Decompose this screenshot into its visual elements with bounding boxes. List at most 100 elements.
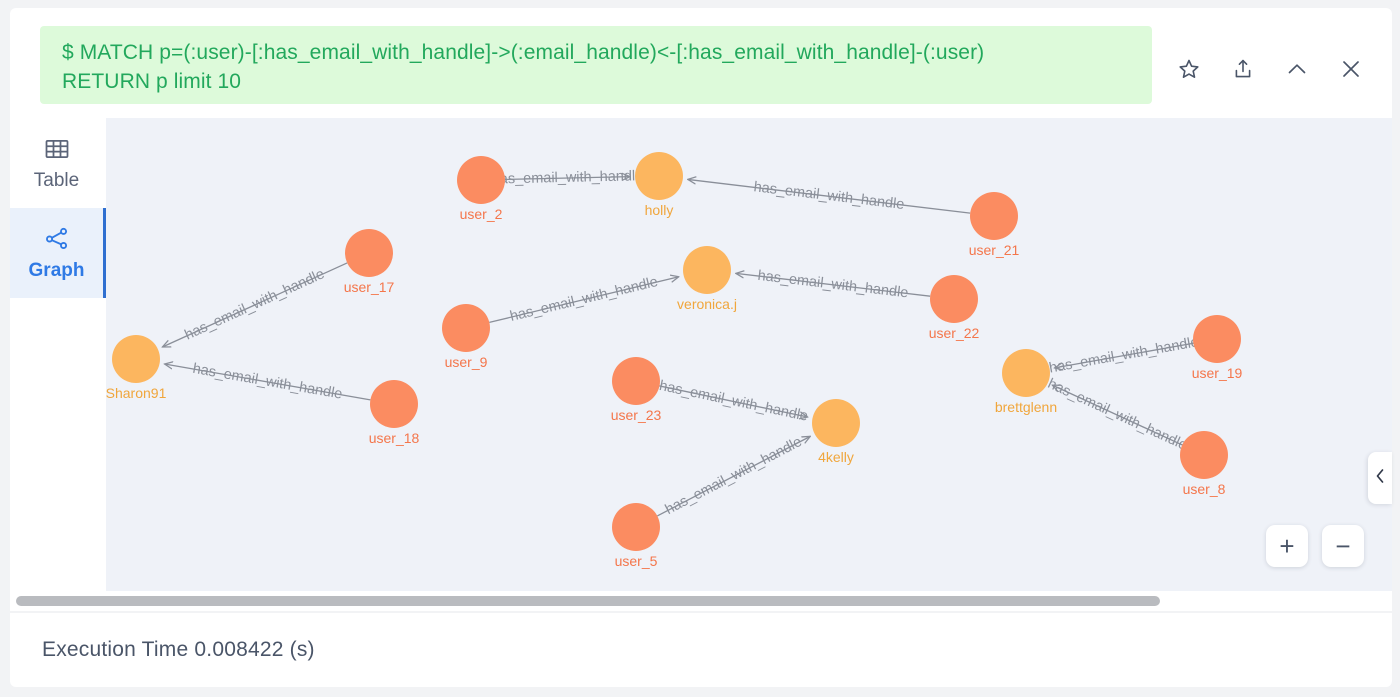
graph-node[interactable]: user_2 [457, 156, 505, 222]
edge-label: has_email_with_handle [1045, 376, 1189, 454]
node-circle[interactable] [112, 335, 160, 383]
graph-edge[interactable]: has_email_with_handle [688, 179, 971, 214]
node-label: user_22 [929, 325, 980, 341]
graph-node[interactable]: 4kelly [812, 399, 860, 465]
node-label: user_18 [369, 430, 420, 446]
query-line-1: $ MATCH p=(:user)-[:has_email_with_handl… [62, 41, 985, 64]
node-label: user_17 [344, 279, 395, 295]
graph-edge[interactable]: has_email_with_handle [658, 378, 810, 425]
chevron-left-icon [1373, 467, 1387, 490]
graph-node[interactable]: veronica.j [677, 246, 737, 312]
graph-node[interactable]: user_22 [929, 275, 980, 341]
edge-label: has_email_with_handle [753, 179, 905, 213]
table-icon [43, 135, 71, 163]
result-body: Table Graph has_email_with_handle has_ema… [10, 118, 1392, 591]
query-text-banner[interactable]: $ MATCH p=(:user)-[:has_email_with_handl… [40, 26, 1152, 104]
graph-node[interactable]: user_19 [1192, 315, 1243, 381]
graph-node[interactable]: user_5 [612, 503, 660, 569]
node-circle[interactable] [970, 192, 1018, 240]
node-circle[interactable] [442, 304, 490, 352]
close-button[interactable] [1336, 54, 1366, 84]
chevron-up-icon [1285, 57, 1309, 81]
node-label: 4kelly [818, 449, 854, 465]
horizontal-scrollbar[interactable] [10, 591, 1392, 611]
zoom-controls: + − [1266, 525, 1364, 567]
graph-node[interactable]: user_8 [1180, 431, 1228, 497]
node-label: user_5 [615, 553, 658, 569]
edge-label: has_email_with_handle [757, 268, 909, 302]
graph-node[interactable]: user_17 [344, 229, 395, 295]
node-circle[interactable] [635, 152, 683, 200]
graph-visualization[interactable]: has_email_with_handlehas_email_with_hand… [106, 118, 1392, 591]
favorite-button[interactable] [1174, 54, 1204, 84]
node-label: user_8 [1183, 481, 1226, 497]
export-button[interactable] [1228, 54, 1258, 84]
view-tab-list: Table Graph [10, 118, 106, 591]
upload-icon [1231, 57, 1255, 81]
query-result-panel: $ MATCH p=(:user)-[:has_email_with_handl… [0, 0, 1400, 697]
zoom-in-button[interactable]: + [1266, 525, 1308, 567]
node-circle[interactable] [612, 503, 660, 551]
graph-node[interactable]: holly [635, 152, 683, 218]
status-footer: Execution Time 0.008422 (s) [10, 613, 1392, 687]
edge-label: has_email_with_handle [508, 274, 659, 325]
graph-edge[interactable]: has_email_with_handle [1045, 376, 1189, 454]
query-action-bar [1174, 54, 1366, 84]
scrollbar-thumb[interactable] [16, 596, 1160, 606]
node-circle[interactable] [370, 380, 418, 428]
node-circle[interactable] [930, 275, 978, 323]
node-circle[interactable] [1180, 431, 1228, 479]
collapse-button[interactable] [1282, 54, 1312, 84]
graph-node[interactable]: user_23 [611, 357, 662, 423]
node-label: user_21 [969, 242, 1020, 258]
sidebar-item-graph[interactable]: Graph [10, 208, 106, 298]
graph-edge-layer: has_email_with_handlehas_email_with_hand… [162, 168, 1200, 518]
graph-edge[interactable]: has_email_with_handle [736, 268, 931, 302]
node-circle[interactable] [345, 229, 393, 277]
graph-edge[interactable]: has_email_with_handle [489, 274, 678, 325]
sidebar-item-table[interactable]: Table [10, 118, 106, 208]
graph-edge[interactable]: has_email_with_handle [492, 168, 644, 187]
side-panel-toggle[interactable] [1368, 452, 1392, 504]
graph-node[interactable]: user_9 [442, 304, 490, 370]
edge-label: has_email_with_handle [492, 168, 644, 187]
edge-label: has_email_with_handle [663, 434, 805, 518]
graph-node[interactable]: user_18 [369, 380, 420, 446]
graph-node[interactable]: brettglenn [995, 349, 1057, 415]
graph-icon [43, 225, 71, 253]
node-label: brettglenn [995, 399, 1057, 415]
graph-edge[interactable]: has_email_with_handle [1048, 334, 1200, 376]
node-circle[interactable] [1193, 315, 1241, 363]
node-label: user_23 [611, 407, 662, 423]
node-label: holly [645, 202, 674, 218]
sidebar-item-table-label: Table [33, 169, 80, 191]
node-circle[interactable] [812, 399, 860, 447]
node-circle[interactable] [457, 156, 505, 204]
node-circle[interactable] [1002, 349, 1050, 397]
node-circle[interactable] [612, 357, 660, 405]
execution-time-label: Execution Time 0.008422 (s) [42, 638, 315, 661]
graph-node[interactable]: Sharon91 [106, 335, 167, 401]
node-circle[interactable] [683, 246, 731, 294]
node-label: veronica.j [677, 296, 737, 312]
sidebar-item-graph-label: Graph [28, 259, 85, 281]
edge-label: has_email_with_handle [182, 266, 327, 343]
edge-label: has_email_with_handle [658, 378, 810, 425]
node-label: user_9 [445, 354, 488, 370]
edge-label: has_email_with_handle [191, 361, 343, 403]
zoom-out-button[interactable]: − [1322, 525, 1364, 567]
graph-canvas[interactable]: has_email_with_handle has_email_with_hand… [106, 118, 1392, 591]
edge-label: has_email_with_handle [1048, 334, 1200, 376]
query-header-card: $ MATCH p=(:user)-[:has_email_with_handl… [10, 8, 1392, 118]
node-label: Sharon91 [106, 385, 167, 401]
star-icon [1177, 57, 1201, 81]
scrollbar-track[interactable] [16, 596, 1386, 606]
graph-node[interactable]: user_21 [969, 192, 1020, 258]
graph-edge[interactable]: has_email_with_handle [165, 361, 371, 403]
node-label: user_2 [460, 206, 503, 222]
graph-edge[interactable]: has_email_with_handle [656, 434, 810, 518]
query-line-2: RETURN p limit 10 [62, 70, 242, 93]
node-label: user_19 [1192, 365, 1243, 381]
graph-edge[interactable]: has_email_with_handle [162, 262, 348, 347]
close-icon [1339, 57, 1363, 81]
